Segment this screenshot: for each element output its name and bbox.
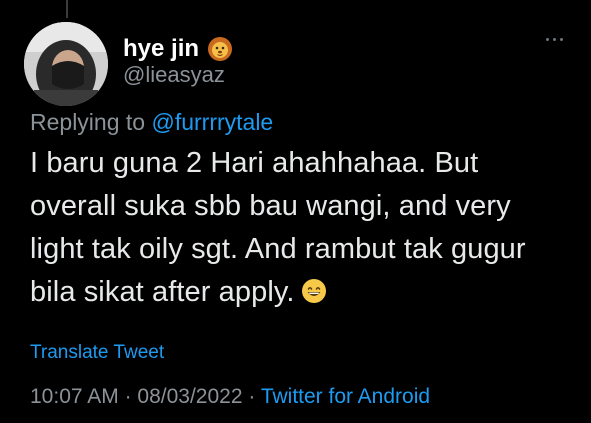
- grinning-face-icon: [301, 274, 327, 303]
- author-handle[interactable]: @lieasyaz: [123, 62, 225, 88]
- thread-connector-line: [66, 0, 68, 18]
- author-name-row: hye jin: [123, 35, 233, 63]
- tweet-text-line: bila sikat after apply.: [30, 276, 295, 308]
- reply-mention-link[interactable]: @furrrrytale: [151, 109, 273, 135]
- tweet-text-line: overall suka sbb bau wangi, and very: [30, 190, 511, 222]
- more-options-icon[interactable]: [546, 38, 563, 41]
- meta-separator: ·: [242, 385, 261, 408]
- tweet-text-line: I baru guna 2 Hari ahahhahaa. But: [30, 147, 479, 179]
- lion-face-icon: [207, 36, 233, 62]
- tweet-metadata: 10:07 AM · 08/03/2022 · Twitter for Andr…: [30, 385, 430, 409]
- tweet-text-line-last: bila sikat after apply.: [30, 271, 578, 314]
- avatar[interactable]: [24, 22, 108, 106]
- replying-to: Replying to @furrrrytale: [30, 109, 273, 136]
- avatar-photo: [24, 22, 108, 106]
- tweet-date[interactable]: 08/03/2022: [137, 385, 242, 408]
- meta-separator: ·: [118, 385, 138, 408]
- tweet-text-line: light tak oily sgt. And rambut tak gugur: [30, 233, 526, 265]
- translate-tweet-link[interactable]: Translate Tweet: [30, 342, 164, 364]
- author-display-name[interactable]: hye jin: [123, 35, 199, 63]
- tweet-text: I baru guna 2 Hari ahahhahaa. But overal…: [30, 142, 578, 314]
- tweet-time[interactable]: 10:07 AM: [30, 385, 119, 408]
- replying-prefix: Replying to: [30, 109, 152, 135]
- tweet-source-link[interactable]: Twitter for Android: [261, 385, 430, 408]
